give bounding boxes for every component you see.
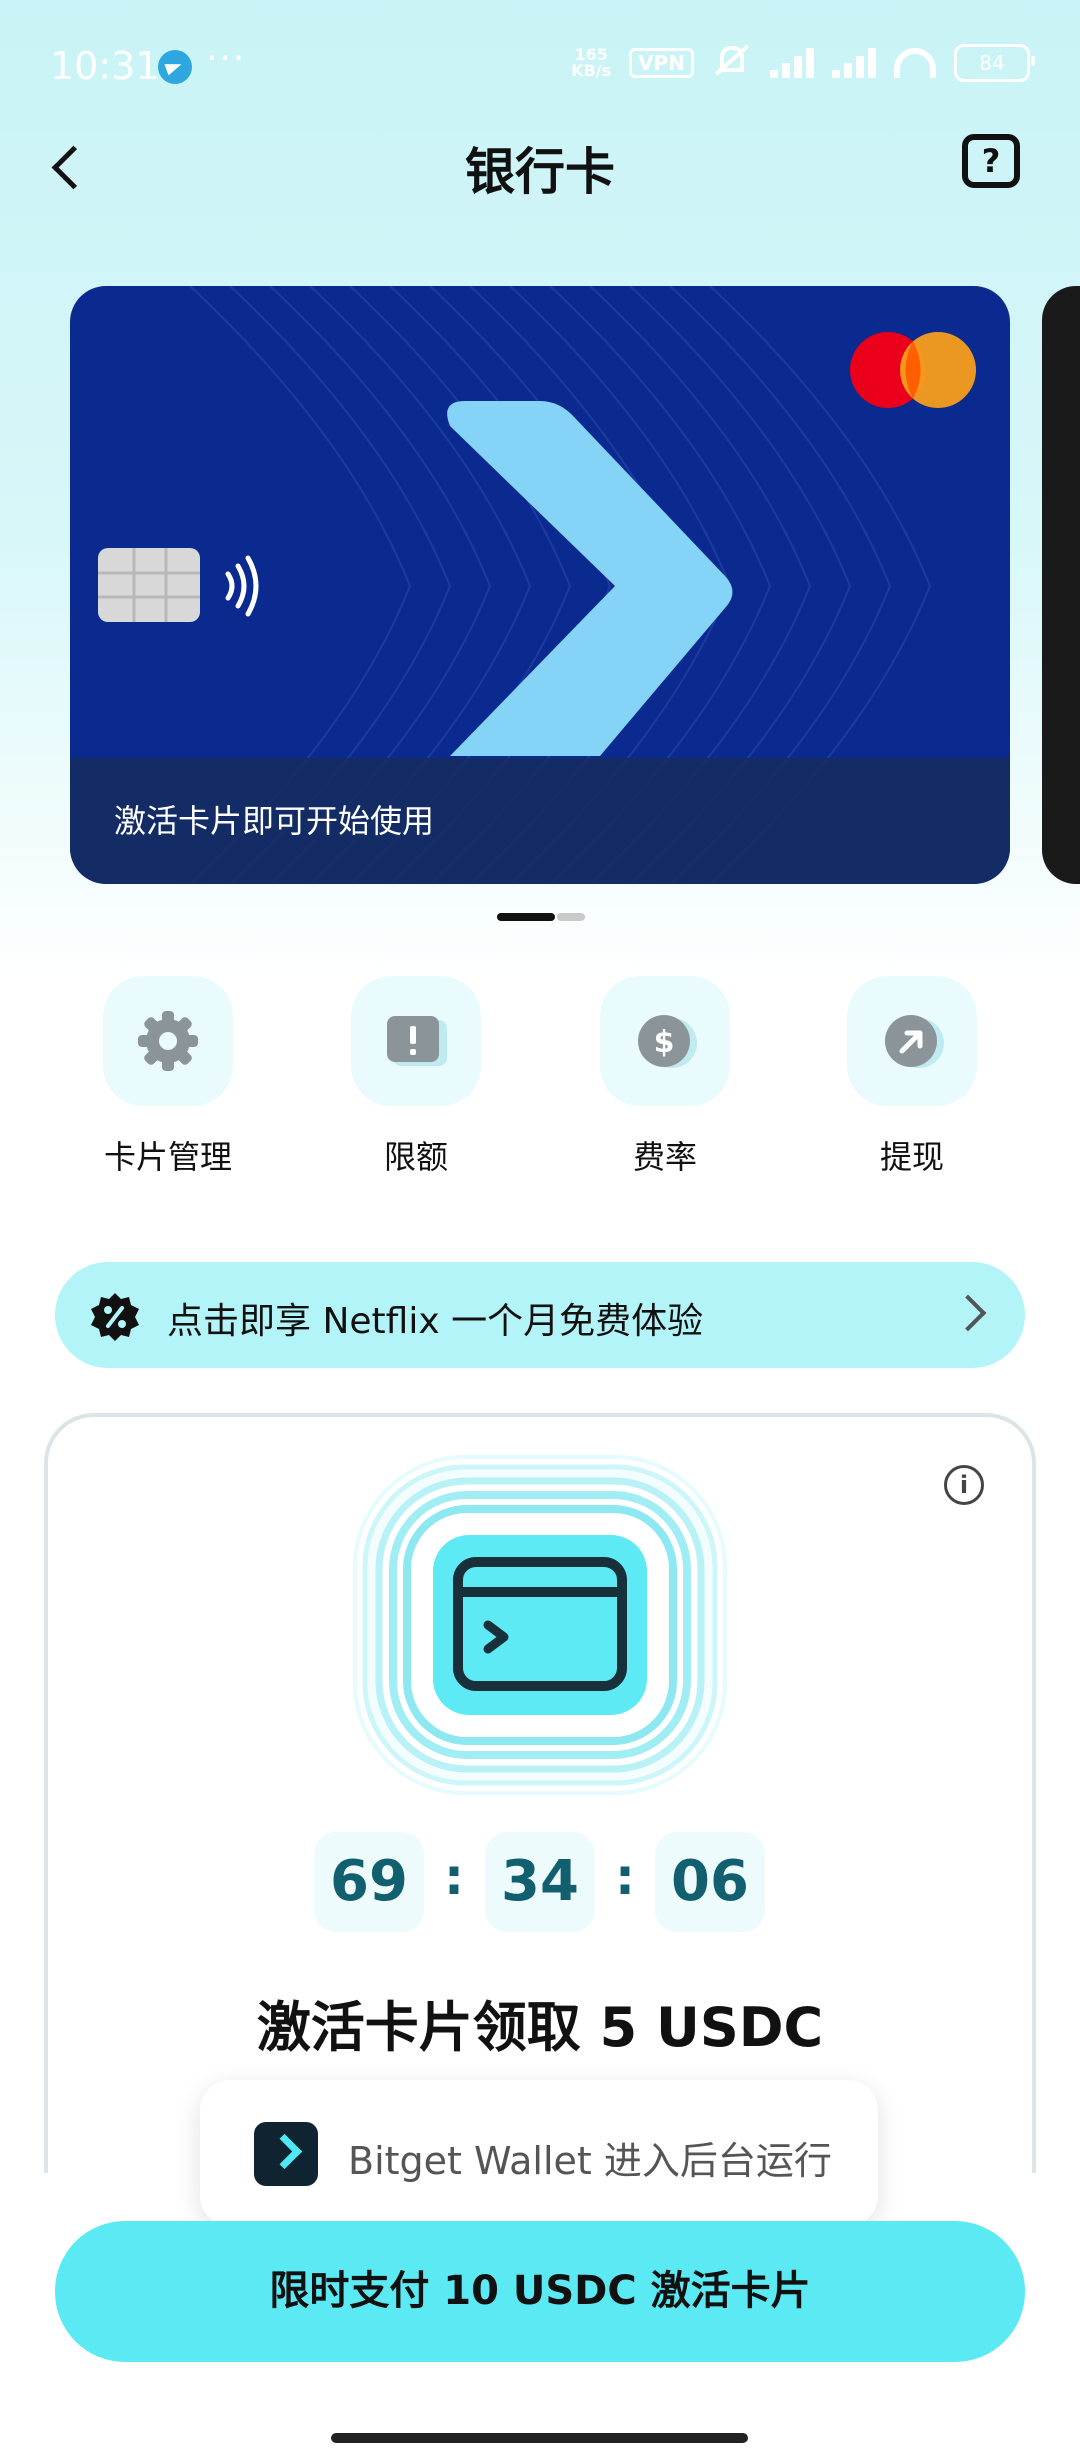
svg-text:$: $ bbox=[654, 1025, 675, 1060]
info-icon[interactable]: i bbox=[944, 1465, 984, 1505]
telegram-icon bbox=[158, 50, 192, 84]
activate-card-button[interactable]: 限时支付 10 USDC 激活卡片 bbox=[55, 2221, 1025, 2362]
carousel-indicator-active bbox=[497, 913, 555, 921]
vpn-icon: VPN bbox=[629, 48, 694, 78]
carousel-indicator bbox=[557, 913, 585, 921]
next-card-preview[interactable] bbox=[1042, 286, 1080, 884]
mastercard-logo bbox=[850, 332, 976, 408]
promo-text: 点击即享 Netflix 一个月免费体验 bbox=[167, 1301, 704, 1342]
bitget-wallet-app-icon bbox=[254, 2122, 318, 2186]
limit-icon bbox=[351, 976, 481, 1106]
network-speed-unit: KB/s bbox=[571, 61, 612, 80]
help-icon: ? bbox=[981, 142, 1001, 180]
contactless-icon bbox=[225, 555, 259, 617]
quick-action-label: 卡片管理 bbox=[103, 1138, 232, 1176]
status-time: 10:31 bbox=[50, 44, 160, 88]
battery-icon: 84 bbox=[954, 44, 1035, 82]
countdown-separator: : bbox=[444, 1848, 464, 1906]
quick-action-label: 费率 bbox=[632, 1138, 697, 1176]
card-chevron-logo bbox=[447, 401, 733, 756]
withdraw-icon bbox=[847, 976, 977, 1106]
background-running-toast: Bitget Wallet 进入后台运行 bbox=[200, 2080, 878, 2226]
countdown-separator: : bbox=[615, 1848, 635, 1906]
countdown-minutes: 34 bbox=[485, 1832, 595, 1932]
battery-level: 84 bbox=[979, 51, 1005, 75]
dollar-icon: $ bbox=[600, 976, 730, 1106]
wifi-icon bbox=[894, 48, 936, 78]
quick-action-label: 限额 bbox=[383, 1138, 448, 1176]
discount-badge-icon bbox=[91, 1293, 139, 1341]
signal-hd-icon bbox=[832, 48, 876, 78]
page-title: 银行卡 bbox=[465, 143, 615, 201]
card-activation-text: 激活卡片即可开始使用 bbox=[114, 802, 435, 840]
signal-icon bbox=[770, 48, 814, 78]
card-activation-banner: 激活卡片即可开始使用 bbox=[70, 758, 1010, 884]
chevron-right-icon bbox=[949, 1294, 987, 1332]
help-button[interactable]: ? bbox=[962, 134, 1020, 188]
gear-icon bbox=[103, 976, 233, 1106]
quick-action-limit[interactable]: 限额 bbox=[351, 976, 481, 1178]
quick-action-fees[interactable]: $ 费率 bbox=[600, 976, 730, 1178]
toast-text: Bitget Wallet 进入后台运行 bbox=[348, 2139, 832, 2183]
status-bar: 10:31 ··· 165 KB/s VPN 84 bbox=[0, 0, 1080, 130]
quick-action-withdraw[interactable]: 提现 bbox=[847, 976, 977, 1178]
network-speed: 165 KB/s bbox=[571, 47, 611, 79]
chip-icon bbox=[98, 548, 200, 622]
activation-reward-title: 激活卡片领取 5 USDC bbox=[256, 1996, 824, 2059]
countdown-seconds: 06 bbox=[655, 1832, 765, 1932]
quick-action-label: 提现 bbox=[879, 1138, 944, 1176]
countdown-hours: 69 bbox=[314, 1832, 424, 1932]
home-indicator[interactable] bbox=[331, 2433, 748, 2443]
card-activation-illustration bbox=[353, 1455, 727, 1795]
silent-mode-icon bbox=[712, 44, 752, 82]
netflix-promo-banner[interactable]: 点击即享 Netflix 一个月免费体验 bbox=[55, 1262, 1025, 1368]
bank-card[interactable]: 激活卡片即可开始使用 bbox=[70, 286, 1010, 884]
more-notifications-icon: ··· bbox=[206, 38, 247, 79]
quick-action-card-management[interactable]: 卡片管理 bbox=[103, 976, 233, 1178]
